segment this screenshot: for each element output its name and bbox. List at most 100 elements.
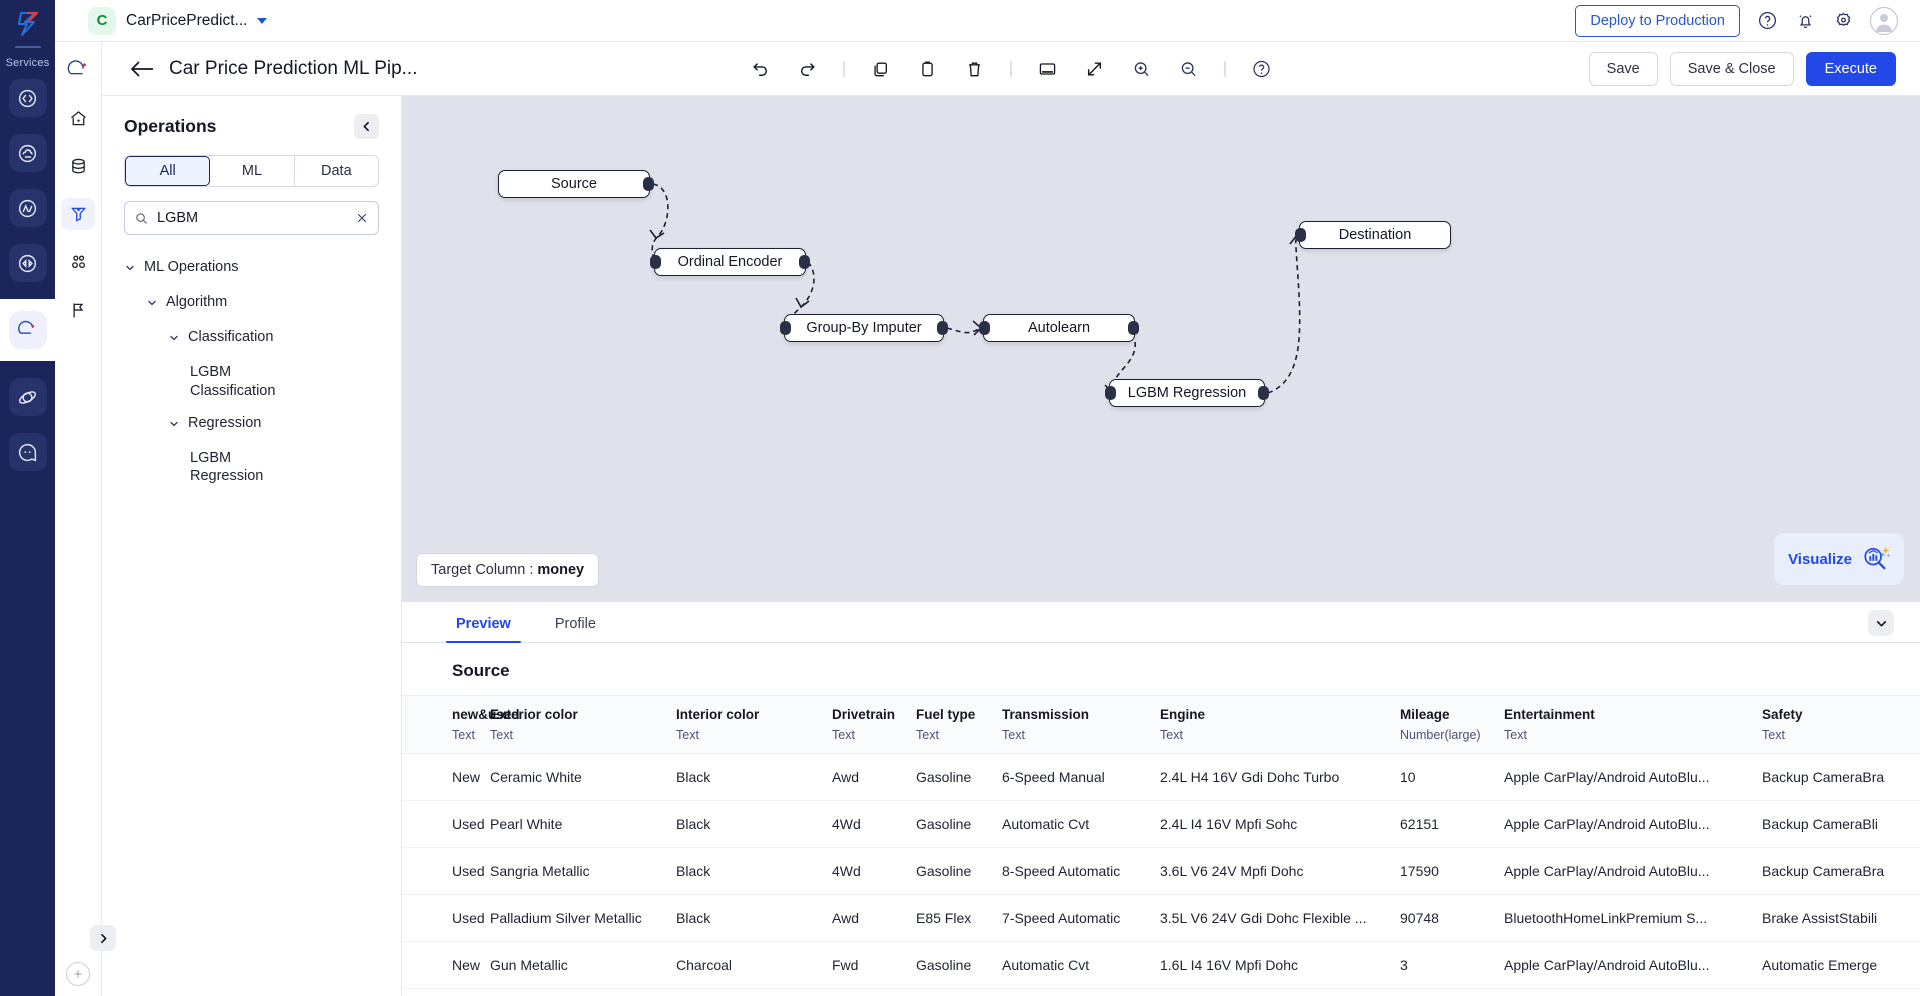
zoom-out-icon[interactable] — [1178, 58, 1200, 80]
node-port-input[interactable] — [780, 321, 791, 335]
nav-flag-icon[interactable] — [61, 294, 95, 326]
back-button[interactable] — [129, 59, 155, 79]
node-port-output[interactable] — [1128, 321, 1139, 335]
chevron-down-icon[interactable] — [257, 17, 268, 24]
tree-node-algorithm[interactable]: Algorithm — [124, 286, 379, 321]
tree-leaf-lgbm-classification[interactable]: LGBM Classification — [124, 356, 275, 406]
column-header-engine[interactable]: Engine Text — [1160, 696, 1400, 754]
cell: Gasoline — [916, 941, 1002, 989]
pipeline-node-ordinal-encoder[interactable]: Ordinal Encoder — [650, 248, 810, 276]
redo-icon[interactable] — [797, 58, 819, 80]
expand-sidebar-button[interactable] — [90, 925, 116, 951]
fit-screen-icon[interactable] — [1084, 58, 1106, 80]
pipeline-node-group-by-imputer[interactable]: Group-By Imputer — [780, 314, 948, 342]
paste-icon[interactable] — [917, 58, 939, 80]
cell: Used — [402, 800, 490, 848]
table-row[interactable]: New Ceramic White Black Awd Gasoline 6-S… — [402, 753, 1920, 801]
bell-icon[interactable] — [1794, 10, 1816, 32]
segment-all[interactable]: All — [125, 156, 211, 186]
nav-database-icon[interactable] — [61, 150, 95, 182]
rail-item-orbit-icon[interactable] — [8, 378, 47, 416]
node-port-output[interactable] — [937, 321, 948, 335]
cell: Apple CarPlay/Android AutoBlu... — [1504, 847, 1762, 895]
copy-icon[interactable] — [870, 58, 892, 80]
column-header-new-used[interactable]: new&used Text — [402, 696, 520, 754]
table-row[interactable]: Used Pearl White Black 4Wd Gasoline Auto… — [402, 800, 1920, 848]
help-icon[interactable] — [1756, 10, 1778, 32]
delete-icon[interactable] — [964, 58, 986, 80]
toolbar-separator — [843, 60, 845, 77]
deploy-to-production-button[interactable]: Deploy to Production — [1575, 4, 1740, 37]
nav-ml-pipeline-icon[interactable] — [61, 54, 95, 86]
rail-item-cloud-data-icon[interactable] — [8, 134, 47, 172]
gear-icon[interactable] — [1832, 10, 1854, 32]
tree-node-regression[interactable]: Regression — [124, 407, 379, 442]
save-and-close-button[interactable]: Save & Close — [1669, 51, 1794, 86]
table-row[interactable]: Used Sangria Metallic Black 4Wd Gasoline… — [402, 847, 1920, 895]
rail-item-ml-pipeline-icon[interactable] — [8, 311, 47, 349]
rail-item-chat-bot-icon[interactable] — [8, 433, 47, 471]
pipeline-canvas[interactable]: Source Ordinal Encoder Group-By Imputer … — [402, 96, 1920, 601]
operations-search[interactable] — [124, 201, 379, 235]
segment-ml[interactable]: ML — [210, 156, 295, 186]
column-header-mileage[interactable]: Mileage Number(large) — [1400, 696, 1504, 754]
cell: Palladium Silver Metallic — [490, 894, 676, 942]
save-button[interactable]: Save — [1588, 51, 1658, 86]
collapse-panel-button[interactable] — [354, 114, 379, 139]
nav-funnel-icon[interactable] — [61, 198, 95, 230]
table-row[interactable]: New Gun Metallic Charcoal Fwd Gasoline A… — [402, 941, 1920, 989]
column-header-fuel-type[interactable]: Fuel type Text — [916, 696, 1002, 754]
help-icon[interactable] — [1251, 58, 1273, 80]
node-port-output[interactable] — [1258, 386, 1269, 400]
column-header-entertainment[interactable]: Entertainment Text — [1504, 696, 1762, 754]
node-port-input[interactable] — [979, 321, 990, 335]
node-port-input[interactable] — [1105, 386, 1116, 400]
column-header-transmission[interactable]: Transmission Text — [1002, 696, 1160, 754]
rail-item-code-icon[interactable] — [8, 79, 47, 117]
node-port-output[interactable] — [643, 177, 654, 191]
column-header-drivetrain[interactable]: Drivetrain Text — [832, 696, 916, 754]
secondary-icon-column — [55, 0, 102, 996]
cell: E85 Flex — [916, 894, 1002, 942]
node-port-input[interactable] — [1295, 228, 1306, 242]
column-header-exterior-color[interactable]: Exterior color Text — [490, 696, 676, 754]
column-header-safety[interactable]: Safety Text — [1762, 696, 1920, 754]
cell: Awd — [832, 894, 916, 942]
visualize-label: Visualize — [1788, 550, 1852, 568]
tab-profile[interactable]: Profile — [551, 616, 600, 642]
project-selector[interactable]: C CarPricePredict... — [88, 6, 268, 35]
pipeline-node-destination[interactable]: Destination — [1295, 221, 1451, 249]
cell: Sangria Metallic — [490, 847, 676, 895]
tree-node-ml-operations[interactable]: ML Operations — [124, 251, 379, 286]
nav-cluster-icon[interactable] — [61, 246, 95, 278]
pipeline-node-lgbm-regression[interactable]: LGBM Regression — [1105, 379, 1269, 407]
rail-item-link-nodes-icon[interactable] — [8, 244, 47, 282]
tree-node-classification[interactable]: Classification — [124, 321, 379, 356]
cell: New — [402, 753, 490, 801]
operations-title: Operations — [124, 116, 217, 136]
execute-button[interactable]: Execute — [1805, 51, 1896, 86]
node-port-output[interactable] — [799, 255, 810, 269]
node-port-input[interactable] — [650, 255, 661, 269]
minimap-icon[interactable] — [1037, 58, 1059, 80]
pipeline-node-autolearn[interactable]: Autolearn — [979, 314, 1139, 342]
avatar[interactable] — [1870, 6, 1898, 35]
pipeline-node-source[interactable]: Source — [498, 170, 654, 198]
expand-preview-button[interactable] — [1868, 610, 1894, 636]
rail-item-analytics-icon[interactable] — [8, 189, 47, 227]
clear-search-icon[interactable] — [355, 211, 369, 225]
zoom-in-icon[interactable] — [1131, 58, 1153, 80]
tab-preview[interactable]: Preview — [446, 616, 521, 643]
visualize-button[interactable]: Visualize — [1774, 533, 1904, 585]
preview-table: new&used Text Exterior color Text Interior… — [402, 695, 1920, 989]
tree-leaf-lgbm-regression[interactable]: LGBM Regression — [124, 442, 274, 492]
add-item-button[interactable]: + — [66, 962, 90, 986]
rail-item-ml-pipeline-active[interactable] — [0, 283, 55, 377]
search-input[interactable] — [157, 210, 347, 226]
segment-data[interactable]: Data — [295, 156, 378, 186]
table-row[interactable]: Used Palladium Silver Metallic Black Awd… — [402, 894, 1920, 942]
app-logo[interactable] — [0, 0, 55, 42]
column-header-interior-color[interactable]: Interior color Text — [676, 696, 832, 754]
nav-home-icon[interactable] — [61, 102, 95, 134]
undo-icon[interactable] — [750, 58, 772, 80]
